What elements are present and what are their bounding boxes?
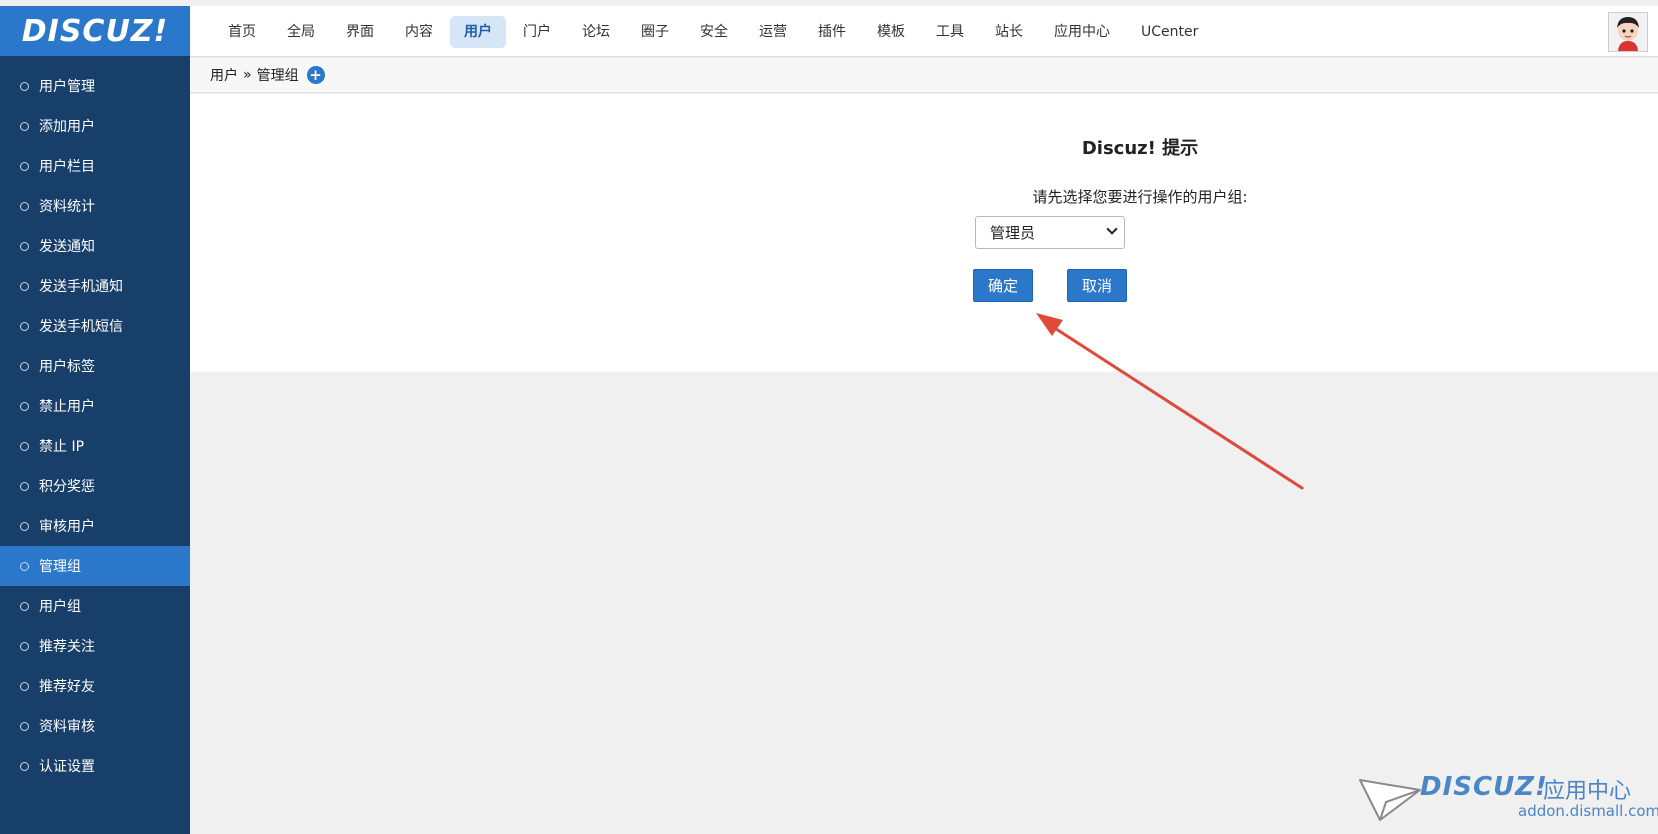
nav-tab-15[interactable]: UCenter <box>1127 16 1212 48</box>
sidebar-item-label: 认证设置 <box>39 759 95 775</box>
sidebar: 用户管理添加用户用户栏目资料统计发送通知发送手机通知 发送手机短信 用户标签禁止用户… <box>0 66 190 834</box>
nav-tab-3[interactable]: 内容 <box>391 16 447 48</box>
top-bar: 首页 全局 界面 内容 用户 门户 论坛 圈子 安全 运营 插件 模板 工具 站长 应用中心 UCenter <box>190 6 1658 57</box>
nav-tab-8[interactable]: 安全 <box>686 16 742 48</box>
circle-bullet-icon <box>20 401 29 411</box>
watermark-url: addon.dismall.com <box>1518 802 1658 820</box>
circle-bullet-icon <box>20 761 29 771</box>
cancel-button[interactable]: 取消 <box>1067 269 1127 302</box>
sidebar-item-16[interactable]: 资料审核 <box>0 706 190 746</box>
breadcrumb-separator: » <box>243 67 252 83</box>
sidebar-item-label: 发送通知 <box>39 239 95 255</box>
watermark-subtitle: 应用中心 <box>1543 779 1632 804</box>
dialog-title: Discuz! 提示 <box>1081 138 1199 159</box>
sidebar-item-label: 推荐关注 <box>39 639 95 655</box>
usergroup-select[interactable]: 管理员 <box>975 216 1125 249</box>
nav-tab-0[interactable]: 首页 <box>214 16 270 48</box>
sidebar-item-12[interactable]: 管理组 <box>0 546 190 586</box>
sidebar-item-label: 用户栏目 <box>39 159 95 175</box>
avatar[interactable] <box>1608 12 1648 52</box>
sidebar-item-0[interactable]: 用户管理 <box>0 66 190 106</box>
logo-text: DISCUZ! <box>21 13 169 49</box>
circle-bullet-icon <box>20 361 29 371</box>
logo[interactable]: DISCUZ! <box>0 6 190 56</box>
nav-tab-12[interactable]: 工具 <box>922 16 978 48</box>
circle-bullet-icon <box>20 641 29 651</box>
sidebar-item-8[interactable]: 禁止用户 <box>0 386 190 426</box>
sidebar-item-15[interactable]: 推荐好友 <box>0 666 190 706</box>
sidebar-item-11[interactable]: 审核用户 <box>0 506 190 546</box>
sidebar-item-9[interactable]: 禁止 IP <box>0 426 190 466</box>
sidebar-item-10[interactable]: 积分奖惩 <box>0 466 190 506</box>
nav-tab-9[interactable]: 运营 <box>745 16 801 48</box>
nav-tab-5[interactable]: 门户 <box>509 16 565 48</box>
sidebar-item-14[interactable]: 推荐关注 <box>0 626 190 666</box>
sidebar-item-label: 用户管理 <box>39 79 95 95</box>
watermark: DISCUZ! 应用中心 addon.dismall.com <box>1358 770 1658 826</box>
circle-bullet-icon <box>20 201 29 211</box>
main-content: Discuz! 提示 请先选择您要进行操作的用户组: 管理员 确定 取消 <box>190 94 1658 372</box>
sidebar-item-label: 积分奖惩 <box>39 479 95 495</box>
nav-tab-2[interactable]: 界面 <box>332 16 388 48</box>
sidebar-top <box>0 56 190 66</box>
sidebar-item-label: 推荐好友 <box>39 679 95 695</box>
usergroup-select-value: 管理员 <box>990 224 1036 242</box>
breadcrumb-current: 管理组 <box>256 68 299 84</box>
circle-bullet-icon <box>20 601 29 611</box>
sidebar-item-13[interactable]: 用户组 <box>0 586 190 626</box>
sidebar-item-label: 资料审核 <box>39 719 95 735</box>
top-nav: 首页 全局 界面 内容 用户 门户 论坛 圈子 安全 运营 插件 模板 工具 站长 应用中心 UCenter <box>214 16 1215 48</box>
breadcrumb: 用户 » 管理组 + <box>190 58 1658 93</box>
circle-bullet-icon <box>20 81 29 91</box>
circle-bullet-icon <box>20 321 29 331</box>
sidebar-item-label: 管理组 <box>39 559 81 575</box>
sidebar-item-label: 发送手机短信 <box>39 319 123 335</box>
sidebar-item-4[interactable]: 发送通知 <box>0 226 190 266</box>
sidebar-item-label: 禁止 IP <box>39 439 85 455</box>
nav-tab-4[interactable]: 用户 <box>450 16 506 48</box>
avatar-icon <box>1609 13 1647 51</box>
circle-bullet-icon <box>20 721 29 731</box>
watermark-logo: DISCUZ! <box>1420 772 1548 802</box>
sidebar-item-label: 发送手机通知 <box>39 279 123 295</box>
paper-plane-icon <box>1359 779 1421 821</box>
nav-tab-11[interactable]: 模板 <box>863 16 919 48</box>
sidebar-item-label: 用户标签 <box>39 359 95 375</box>
sidebar-item-1[interactable]: 添加用户 <box>0 106 190 146</box>
sidebar-item-5[interactable]: 发送手机通知 <box>0 266 190 306</box>
nav-tab-1[interactable]: 全局 <box>273 16 329 48</box>
sidebar-item-label: 资料统计 <box>39 199 95 215</box>
circle-bullet-icon <box>20 521 29 531</box>
circle-bullet-icon <box>20 681 29 691</box>
nav-tab-13[interactable]: 站长 <box>981 16 1037 48</box>
sidebar-item-7[interactable]: 用户标签 <box>0 346 190 386</box>
sidebar-item-label: 审核用户 <box>39 519 95 535</box>
confirm-button[interactable]: 确定 <box>973 269 1033 302</box>
circle-bullet-icon <box>20 241 29 251</box>
sidebar-item-label: 禁止用户 <box>39 399 95 415</box>
circle-bullet-icon <box>20 121 29 131</box>
circle-bullet-icon <box>20 481 29 491</box>
circle-bullet-icon <box>20 281 29 291</box>
sidebar-item-label: 用户组 <box>39 599 81 615</box>
sidebar-item-2[interactable]: 用户栏目 <box>0 146 190 186</box>
circle-bullet-icon <box>20 561 29 571</box>
circle-bullet-icon <box>20 161 29 171</box>
nav-tab-10[interactable]: 插件 <box>804 16 860 48</box>
breadcrumb-parent[interactable]: 用户 <box>210 65 238 85</box>
dialog-message: 请先选择您要进行操作的用户组: <box>1032 188 1248 206</box>
chevron-down-icon <box>1106 223 1118 235</box>
sidebar-item-17[interactable]: 认证设置 <box>0 746 190 786</box>
circle-bullet-icon <box>20 441 29 451</box>
nav-tab-7[interactable]: 圈子 <box>627 16 683 48</box>
sidebar-item-label: 添加用户 <box>39 119 95 135</box>
nav-tab-6[interactable]: 论坛 <box>568 16 624 48</box>
sidebar-item-3[interactable]: 资料统计 <box>0 186 190 226</box>
sidebar-item-6[interactable]: 发送手机短信 <box>0 306 190 346</box>
nav-tab-14[interactable]: 应用中心 <box>1040 16 1124 48</box>
add-shortcut-icon[interactable]: + <box>306 66 325 84</box>
